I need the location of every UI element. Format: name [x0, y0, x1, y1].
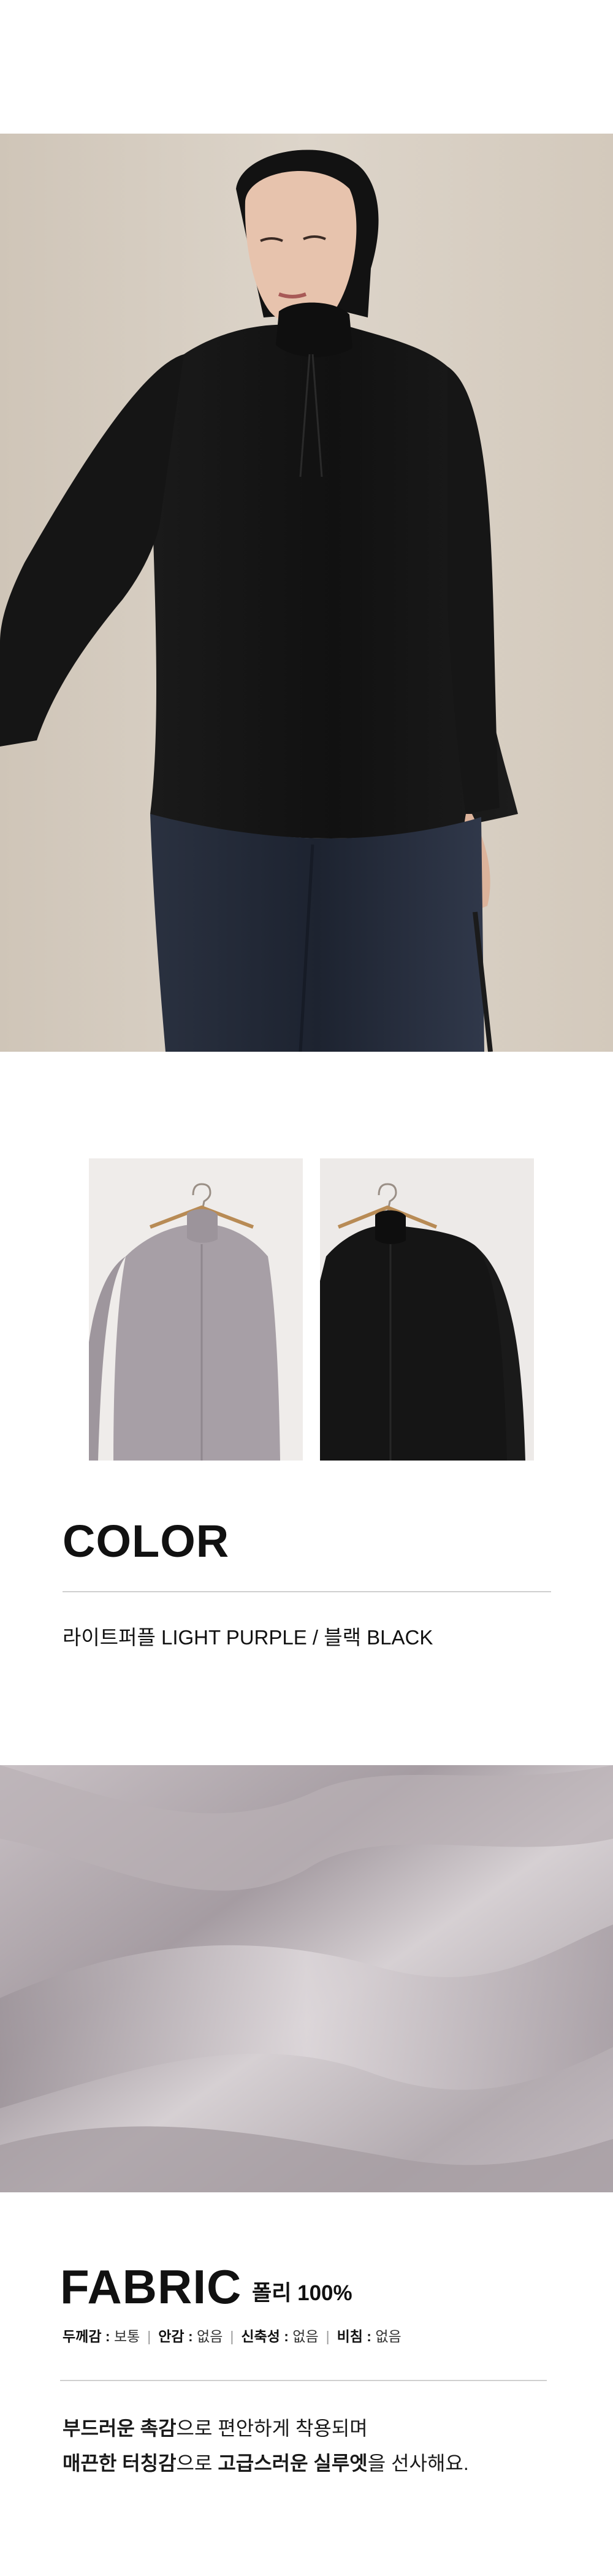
fabric-description: 부드러운 촉감으로 편안하게 착용되며 매끈한 터칭감으로 고급스러운 실루엣을… [63, 2411, 553, 2481]
fabric-closeup-photo [0, 1765, 613, 2192]
light-purple-swatch-photo [89, 1158, 303, 1461]
fabric-description-line-2: 매끈한 터칭감으로 고급스러운 실루엣을 선사해요. [63, 2452, 469, 2474]
spec-sheerness: 비침 : 없음 [337, 2328, 402, 2344]
fabric-description-line-1: 부드러운 촉감으로 편안하게 착용되며 [63, 2417, 368, 2439]
spec-separator: | [326, 2328, 330, 2344]
spec-lining: 안감 : 없음 [158, 2328, 223, 2344]
spec-separator: | [230, 2328, 234, 2344]
color-divider [63, 1591, 551, 1592]
spec-stretch: 신축성 : 없음 [241, 2328, 319, 2344]
fabric-section-title: FABRIC [60, 2260, 242, 2314]
spec-separator: | [147, 2328, 151, 2344]
fabric-composition: 폴리 100% [252, 2281, 352, 2305]
model-photo [0, 134, 613, 1052]
fabric-divider [60, 2380, 547, 2381]
color-section-title: COLOR [63, 1516, 230, 1567]
color-options-text: 라이트퍼플 LIGHT PURPLE / 블랙 BLACK [63, 1626, 433, 1649]
fabric-spec-list: 두께감 : 보통 | 안감 : 없음 | 신축성 : 없음 | 비침 : 없음 [63, 2330, 402, 2344]
spec-thickness: 두께감 : 보통 [63, 2328, 140, 2344]
black-swatch-photo [320, 1158, 534, 1461]
